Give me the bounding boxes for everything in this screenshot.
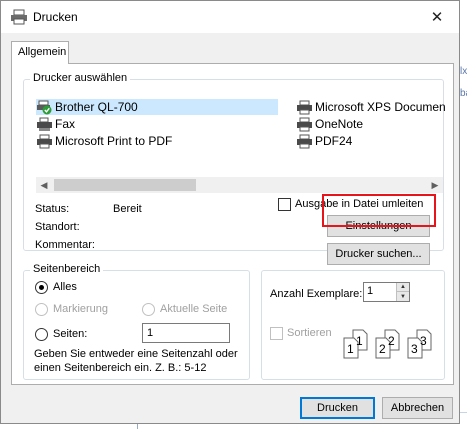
printer-icon — [296, 117, 313, 132]
radio-selected-dot — [39, 285, 44, 290]
pages-radio[interactable] — [35, 328, 48, 341]
printer-name: Brother QL-700 — [55, 100, 138, 114]
printer-name: Fax — [55, 117, 76, 131]
status-label: Status: — [35, 203, 70, 215]
fax-icon — [36, 117, 53, 132]
print-button[interactable]: Drucken — [300, 397, 375, 419]
all-pages-radio[interactable] — [35, 281, 48, 294]
print-dialog: Drucken ✕ Allgemein Drucker auswählen Br… — [0, 0, 460, 424]
location-label: Standort: — [35, 221, 80, 233]
cancel-button[interactable]: Abbrechen — [382, 397, 453, 419]
printer-list-scrollbar[interactable]: ◀ ▶ — [36, 177, 443, 193]
title-bar: Drucken ✕ — [1, 1, 459, 33]
selection-label: Markierung — [53, 303, 109, 315]
copies-value: 1 — [367, 285, 374, 297]
scroll-right-icon[interactable]: ▶ — [427, 177, 443, 193]
close-button[interactable]: ✕ — [415, 1, 459, 33]
document-margin-mark: lxba — [460, 66, 467, 99]
collate-number: 1 — [356, 334, 363, 348]
printer-name: OneNote — [315, 117, 364, 131]
printer-icon — [296, 134, 313, 149]
collate-number: 2 — [379, 342, 386, 356]
printer-icon — [36, 134, 53, 149]
printer-icon — [11, 9, 27, 25]
printer-name: Microsoft Print to PDF — [55, 134, 173, 148]
scroll-left-icon[interactable]: ◀ — [36, 177, 52, 193]
printer-list[interactable]: Brother QL-700 Fax Microsoft Print to PD… — [36, 99, 446, 157]
printer-item-brother[interactable]: Brother QL-700 — [36, 99, 278, 115]
status-value: Bereit — [113, 203, 142, 215]
comment-label: Kommentar: — [35, 239, 95, 251]
printer-item-pdf24[interactable]: PDF24 — [296, 133, 352, 149]
copies-stepper[interactable]: 1 ▲ ▼ — [363, 282, 410, 302]
settings-highlight-box — [322, 194, 436, 227]
current-page-label: Aktuelle Seite — [160, 303, 228, 315]
chevron-down-icon[interactable]: ▼ — [396, 292, 409, 301]
collate-label: Sortieren — [287, 327, 332, 339]
printer-item-ms-pdf[interactable]: Microsoft Print to PDF — [36, 133, 172, 149]
collate-checkbox[interactable] — [270, 327, 283, 340]
printer-default-icon — [36, 100, 53, 115]
printer-item-onenote[interactable]: OneNote — [296, 116, 363, 132]
printer-name: Microsoft XPS Documen — [315, 100, 446, 114]
find-printer-button[interactable]: Drucker suchen... — [327, 243, 430, 265]
collate-number: 3 — [411, 342, 418, 356]
window-title: Drucken — [33, 10, 78, 24]
collate-pages-icon: 1 1 2 2 3 3 — [341, 328, 437, 362]
printer-selection-label: Drucker auswählen — [30, 72, 131, 84]
copies-group: Anzahl Exemplare: Sortieren — [261, 270, 445, 380]
collate-number: 3 — [420, 334, 427, 348]
pages-label: Seiten: — [53, 328, 88, 340]
tab-general[interactable]: Allgemein — [11, 41, 69, 64]
page-range-help-text: Geben Sie entweder eine Seitenzahl oder … — [34, 348, 238, 374]
all-pages-label: Alles — [53, 281, 77, 293]
scrollbar-thumb[interactable] — [54, 179, 196, 191]
print-to-file-checkbox[interactable] — [278, 198, 291, 211]
printer-item-fax[interactable]: Fax — [36, 116, 75, 132]
printer-icon — [296, 100, 313, 115]
selection-radio[interactable] — [35, 303, 48, 316]
current-page-radio[interactable] — [142, 303, 155, 316]
page-range-label: Seitenbereich — [30, 263, 104, 275]
collate-number: 2 — [388, 334, 395, 348]
collate-number: 1 — [347, 342, 354, 356]
printer-item-ms-xps[interactable]: Microsoft XPS Documen — [296, 99, 446, 115]
chevron-up-icon[interactable]: ▲ — [396, 283, 409, 292]
copies-label: Anzahl Exemplare: — [270, 288, 363, 300]
printer-name: PDF24 — [315, 134, 353, 148]
pages-input[interactable]: 1 — [142, 323, 230, 343]
